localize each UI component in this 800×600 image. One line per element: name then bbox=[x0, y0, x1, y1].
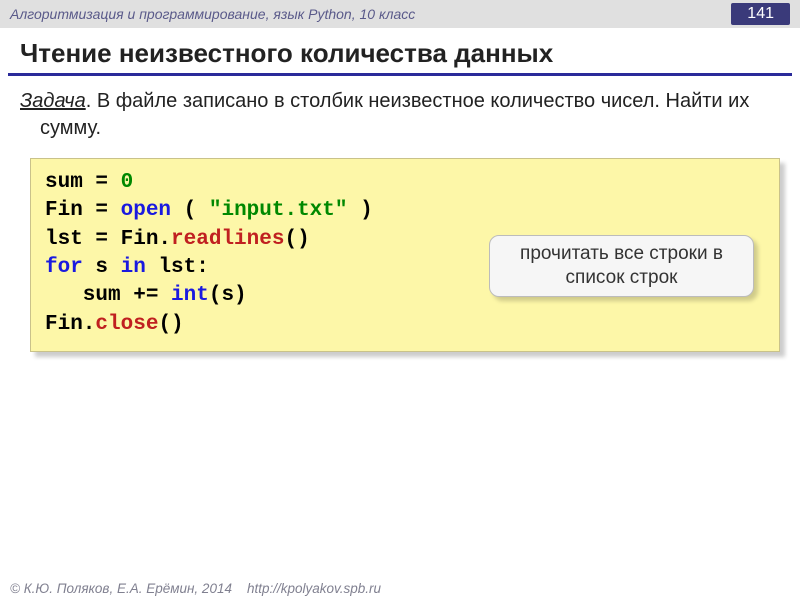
code-line-2: Fin = open ( "input.txt" ) bbox=[45, 197, 765, 225]
page-number: 141 bbox=[731, 3, 790, 25]
header-subject: Алгоритмизация и программирование, язык … bbox=[10, 6, 415, 22]
code-line-1: sum = 0 bbox=[45, 169, 765, 197]
task-label: Задача bbox=[20, 90, 86, 112]
footer-copyright: © К.Ю. Поляков, Е.А. Ерёмин, 2014 bbox=[10, 581, 232, 596]
footer-url: http://kpolyakov.spb.ru bbox=[247, 581, 381, 596]
task-text: Задача. В файле записано в столбик неизв… bbox=[0, 84, 800, 152]
code-line-6: Fin.close() bbox=[45, 311, 765, 339]
header-bar: Алгоритмизация и программирование, язык … bbox=[0, 0, 800, 28]
page-title: Чтение неизвестного количества данных bbox=[0, 28, 800, 73]
slide: Алгоритмизация и программирование, язык … bbox=[0, 0, 800, 600]
footer: © К.Ю. Поляков, Е.А. Ерёмин, 2014 http:/… bbox=[10, 581, 381, 596]
callout-note: прочитать все строки в список строк bbox=[489, 235, 754, 297]
code-block: sum = 0 Fin = open ( "input.txt" ) lst =… bbox=[30, 158, 780, 352]
title-underline bbox=[8, 73, 792, 76]
task-body: . В файле записано в столбик неизвестное… bbox=[40, 90, 749, 139]
